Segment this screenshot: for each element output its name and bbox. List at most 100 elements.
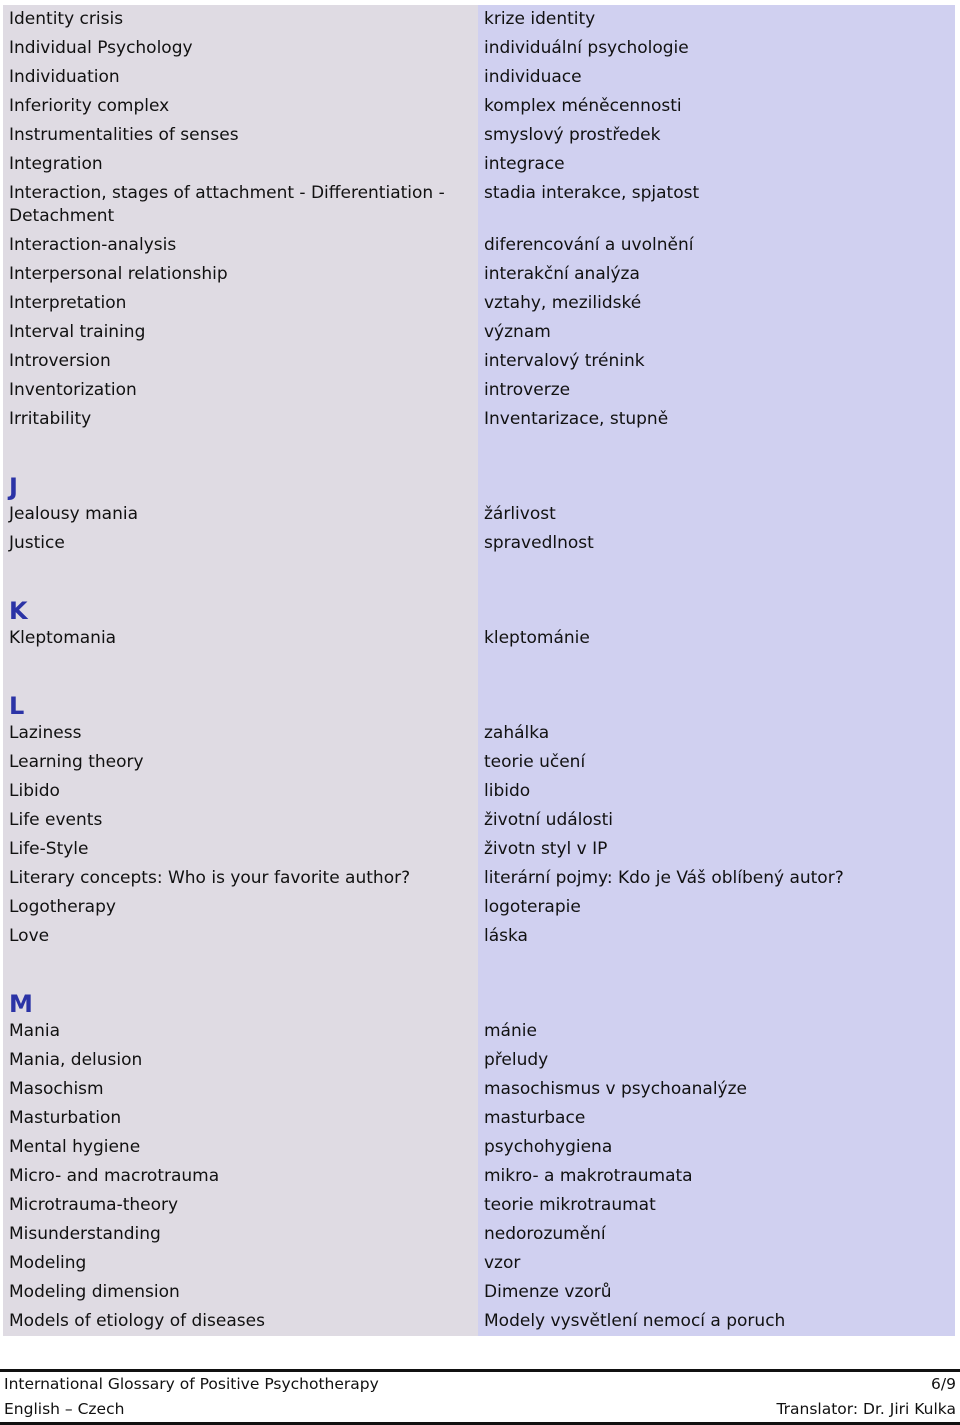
- czech-term: integrace: [478, 150, 955, 179]
- letter-cell-empty: [478, 988, 955, 1017]
- czech-term: teorie mikrotraumat: [478, 1191, 955, 1220]
- spacer-cell: [478, 434, 955, 471]
- english-term: Modeling dimension: [3, 1278, 478, 1307]
- glossary-row: Interpersonal relationship interakční ana…: [3, 260, 955, 289]
- section-letter: M: [9, 990, 33, 1018]
- letter-cell: L: [3, 690, 478, 719]
- glossary-row: Interval training význam: [3, 318, 955, 347]
- glossary-row: Instrumentalities of senses smyslový pros…: [3, 121, 955, 150]
- czech-term: introverze: [478, 376, 955, 405]
- section-letter-row: K: [3, 595, 955, 624]
- spacer-cell: [3, 951, 478, 988]
- glossary-row: Inventorization introverze: [3, 376, 955, 405]
- letter-cell-empty: [478, 595, 955, 624]
- czech-term: kleptománie: [478, 624, 955, 653]
- czech-term: životní události: [478, 806, 955, 835]
- english-term: Laziness: [3, 719, 478, 748]
- czech-term: masturbace: [478, 1104, 955, 1133]
- glossary-table: Identity crisis krize identity Individual …: [3, 5, 955, 1336]
- english-term: Mania, delusion: [3, 1046, 478, 1075]
- glossary-row: Kleptomania kleptománie: [3, 624, 955, 653]
- czech-term: individuální psychologie: [478, 34, 955, 63]
- czech-term: literární pojmy: Kdo je Váš oblíbený aut…: [478, 864, 955, 893]
- glossary-row: Interaction-analysis diferencování a uvol…: [3, 231, 955, 260]
- glossary-row: Modeling dimension Dimenze vzorů: [3, 1278, 955, 1307]
- english-term: Introversion: [3, 347, 478, 376]
- glossary-row: Modeling vzor: [3, 1249, 955, 1278]
- english-term: Kleptomania: [3, 624, 478, 653]
- czech-term: mánie: [478, 1017, 955, 1046]
- translator: Translator: Dr. Jiri Kulka: [776, 1400, 956, 1418]
- glossary-row: Inferiority complex komplex méněcennosti: [3, 92, 955, 121]
- english-term: Models of etiology of diseases: [3, 1307, 478, 1336]
- letter-cell: K: [3, 595, 478, 624]
- letter-cell-empty: [478, 471, 955, 500]
- english-term: Life events: [3, 806, 478, 835]
- glossary-row: Individuation individuace: [3, 63, 955, 92]
- letter-cell: M: [3, 988, 478, 1017]
- czech-term: Inventarizace, stupně: [478, 405, 955, 434]
- english-term: Love: [3, 922, 478, 951]
- czech-term: přeludy: [478, 1046, 955, 1075]
- section-letter-row: J: [3, 471, 955, 500]
- glossary-row: Masochism masochismus v psychoanalýze: [3, 1075, 955, 1104]
- english-term: Learning theory: [3, 748, 478, 777]
- glossary-row: Mania, delusion přeludy: [3, 1046, 955, 1075]
- english-term: Micro- and macrotrauma: [3, 1162, 478, 1191]
- english-term: Inferiority complex: [3, 92, 478, 121]
- section-letter-row: L: [3, 690, 955, 719]
- glossary-row: Logotherapy logoterapie: [3, 893, 955, 922]
- czech-term: komplex méněcennosti: [478, 92, 955, 121]
- english-term: Jealousy mania: [3, 500, 478, 529]
- czech-term: nedorozumění: [478, 1220, 955, 1249]
- section-spacer: [3, 434, 955, 471]
- spacer-cell: [3, 434, 478, 471]
- glossary-row: Literary concepts: Who is your favorite …: [3, 864, 955, 893]
- document-title: International Glossary of Positive Psych…: [4, 1375, 379, 1393]
- czech-term: vztahy, mezilidské: [478, 289, 955, 318]
- czech-term: význam: [478, 318, 955, 347]
- english-term: Masochism: [3, 1075, 478, 1104]
- spacer-cell: [478, 951, 955, 988]
- czech-term: psychohygiena: [478, 1133, 955, 1162]
- glossary-row: Interpretation vztahy, mezilidské: [3, 289, 955, 318]
- czech-term: diferencování a uvolnění: [478, 231, 955, 260]
- glossary-row: Individual Psychology individuální psycho…: [3, 34, 955, 63]
- glossary-row: Integration integrace: [3, 150, 955, 179]
- glossary-row: Mania mánie: [3, 1017, 955, 1046]
- english-term: Interaction, stages of attachment - Diff…: [3, 179, 478, 231]
- section-letter: L: [9, 692, 25, 720]
- czech-term: smyslový prostředek: [478, 121, 955, 150]
- czech-term: vzor: [478, 1249, 955, 1278]
- english-term: Identity crisis: [3, 5, 478, 34]
- czech-term: Modely vysvětlení nemocí a poruch: [478, 1307, 955, 1336]
- english-term: Interpretation: [3, 289, 478, 318]
- english-term: Misunderstanding: [3, 1220, 478, 1249]
- czech-term: Dimenze vzorů: [478, 1278, 955, 1307]
- czech-term: mikro- a makrotraumata: [478, 1162, 955, 1191]
- section-letter: J: [9, 473, 18, 501]
- glossary-row: Libido libido: [3, 777, 955, 806]
- glossary-row: Life-Style životn styl v IP: [3, 835, 955, 864]
- glossary-row: Masturbation masturbace: [3, 1104, 955, 1133]
- glossary-row: Justice spravedlnost: [3, 529, 955, 558]
- czech-term: interakční analýza: [478, 260, 955, 289]
- section-letter-row: M: [3, 988, 955, 1017]
- glossary-row: Jealousy mania žárlivost: [3, 500, 955, 529]
- czech-term: stadia interakce, spjatost: [478, 179, 955, 231]
- glossary-row: Microtrauma-theory teorie mikrotraumat: [3, 1191, 955, 1220]
- czech-term: životn styl v IP: [478, 835, 955, 864]
- czech-term: krize identity: [478, 5, 955, 34]
- english-term: Literary concepts: Who is your favorite …: [3, 864, 478, 893]
- english-term: Microtrauma-theory: [3, 1191, 478, 1220]
- czech-term: láska: [478, 922, 955, 951]
- glossary-row: Laziness zahálka: [3, 719, 955, 748]
- english-term: Masturbation: [3, 1104, 478, 1133]
- english-term: Interval training: [3, 318, 478, 347]
- glossary-row: Introversion intervalový trénink: [3, 347, 955, 376]
- glossary-row: Life events životní události: [3, 806, 955, 835]
- glossary-row: Irritability Inventarizace, stupně: [3, 405, 955, 434]
- english-term: Irritability: [3, 405, 478, 434]
- czech-term: žárlivost: [478, 500, 955, 529]
- section-spacer: [3, 653, 955, 690]
